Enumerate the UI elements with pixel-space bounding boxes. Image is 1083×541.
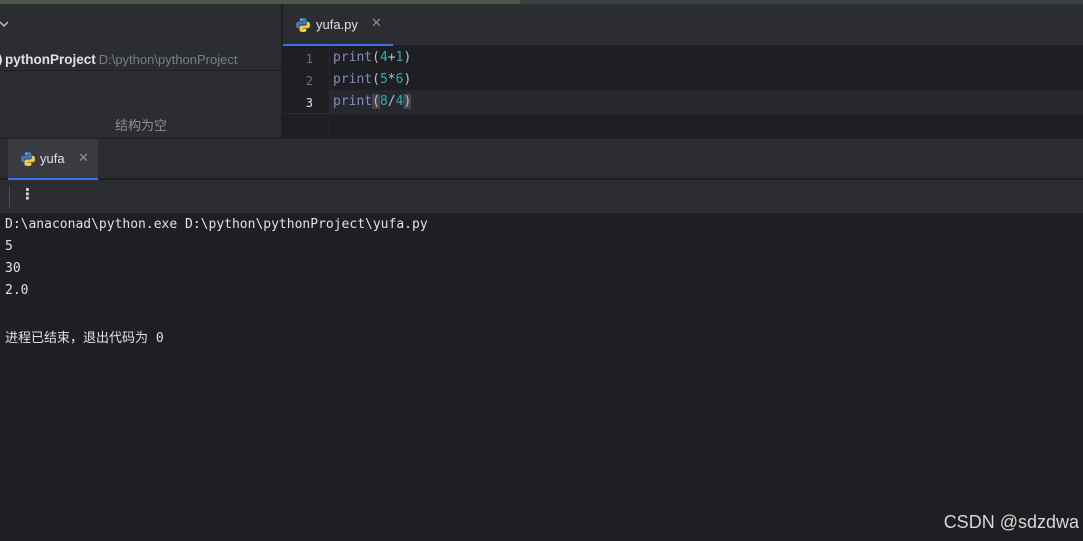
editor-bottom-border — [283, 113, 1083, 114]
code-paren-matched: ( — [372, 94, 380, 109]
project-name: pythonProject — [4, 52, 96, 67]
line-number: 1 — [305, 52, 313, 66]
code-operator: + — [387, 50, 396, 65]
run-toolbar: ⋮ — [0, 180, 1083, 213]
code-number: 4 — [379, 50, 388, 65]
run-console[interactable]: D:\anaconad\python.exe D:\python\pythonP… — [0, 213, 1083, 541]
code-number: 8 — [379, 94, 388, 109]
tab-label: yufa.py — [316, 17, 358, 32]
console-line: 2.0 — [5, 283, 29, 298]
line-number-gutter: 1 2 3 — [283, 46, 329, 138]
code-number: 5 — [379, 72, 388, 87]
project-panel: )pythonProjectD:\python\pythonProject 结构… — [0, 4, 282, 138]
code-line[interactable]: print(4+1) — [333, 50, 411, 65]
more-vertical-icon[interactable]: ⋮ — [20, 185, 35, 203]
folder-icon: ) — [0, 53, 3, 68]
code-paren-matched: ) — [403, 94, 412, 109]
run-tab-label: yufa — [40, 151, 65, 166]
code-function: print — [333, 72, 373, 87]
python-icon — [296, 18, 310, 32]
toolbar-separator — [9, 186, 10, 207]
panel-divider — [0, 70, 282, 71]
gutter-separator — [329, 46, 330, 138]
code-line[interactable]: print(8/4) — [333, 94, 412, 109]
code-paren: ) — [403, 50, 412, 65]
close-icon[interactable]: ✕ — [78, 151, 89, 166]
project-path: D:\python\pythonProject — [98, 52, 238, 67]
code-function: print — [333, 94, 373, 109]
editor-tab-bar: yufa.py ✕ — [283, 4, 1083, 46]
code-paren: ) — [403, 72, 412, 87]
close-icon[interactable]: ✕ — [371, 16, 382, 31]
tab-run-yufa[interactable]: yufa ✕ — [8, 139, 98, 180]
console-line: 进程已结束，退出代码为 0 — [5, 331, 164, 346]
watermark: CSDN @sdzdwa — [943, 512, 1079, 532]
tab-yufa-py[interactable]: yufa.py ✕ — [283, 4, 393, 46]
structure-empty-label: 结构为空 — [114, 119, 167, 134]
code-paren: ( — [372, 50, 380, 65]
console-line: 5 — [5, 239, 13, 254]
code-paren: ( — [372, 72, 380, 87]
code-operator: / — [387, 94, 396, 109]
code-operator: * — [387, 72, 396, 87]
line-number: 3 — [305, 96, 313, 110]
python-icon — [21, 152, 35, 166]
project-root-item[interactable]: )pythonProjectD:\python\pythonProject — [0, 52, 237, 72]
console-line: 30 — [5, 261, 21, 276]
code-line[interactable]: print(5*6) — [333, 72, 411, 87]
chevron-down-icon[interactable] — [0, 18, 10, 30]
editor-area[interactable]: yufa.py ✕ 1 2 3 print(4+1) print(5*6) pr… — [283, 4, 1083, 138]
run-tool-window-header: yufa ✕ — [0, 138, 1083, 180]
line-number: 2 — [305, 74, 313, 88]
console-line: D:\anaconad\python.exe D:\python\pythonP… — [5, 217, 428, 232]
code-function: print — [333, 50, 373, 65]
